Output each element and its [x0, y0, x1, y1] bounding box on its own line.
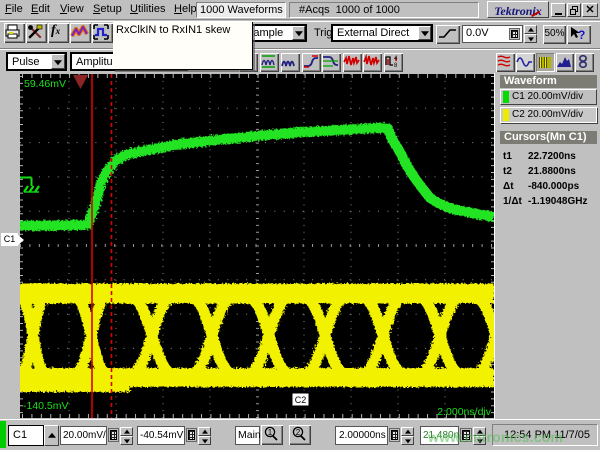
svg-text:?: ? [578, 28, 585, 42]
svg-text:4: 4 [394, 56, 398, 62]
svg-text:1: 1 [268, 428, 273, 437]
svg-text:59.46mV: 59.46mV [24, 78, 66, 90]
svg-text:C2: C2 [295, 395, 307, 405]
svg-text:2.000ns/div: 2.000ns/div [437, 406, 491, 418]
svg-text:2: 2 [296, 428, 301, 437]
svg-text:8: 8 [394, 63, 398, 69]
svg-text:-140.5mV: -140.5mV [23, 400, 69, 412]
